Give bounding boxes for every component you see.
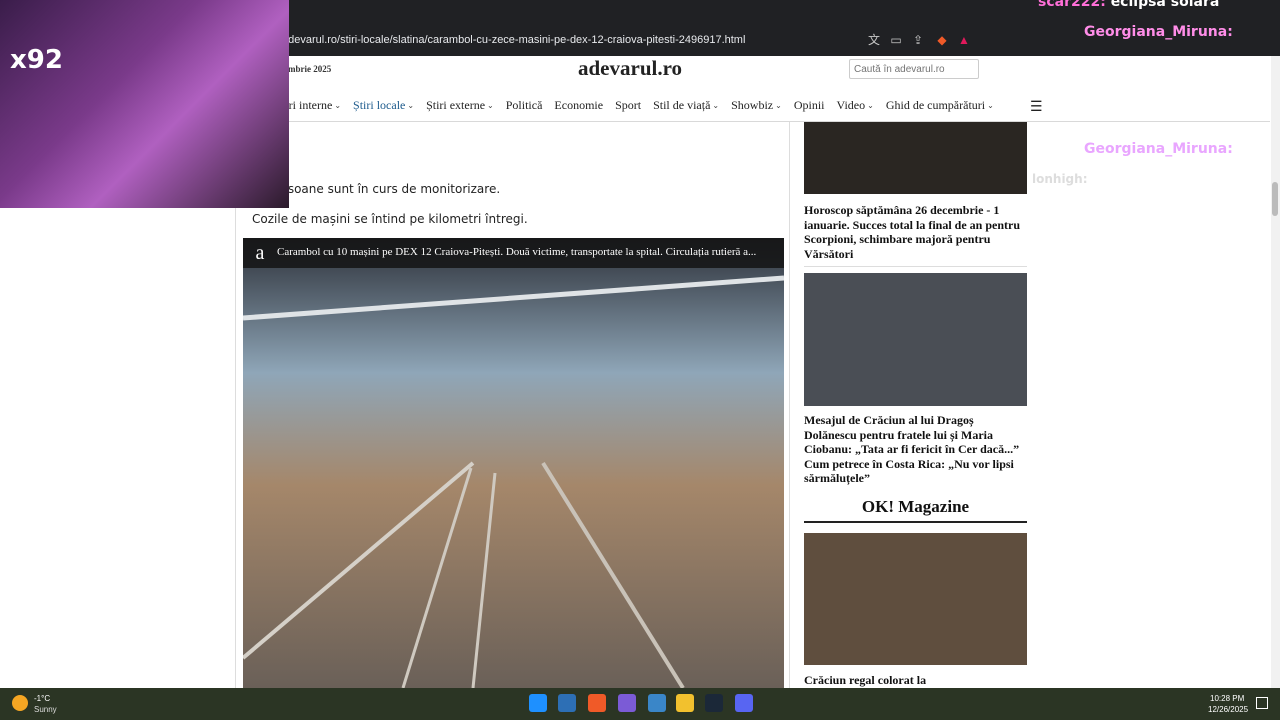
- nav-label: Video: [836, 97, 866, 112]
- nav-label: Știri externe: [426, 97, 486, 112]
- nav-ghid[interactable]: Ghid de cumpărături ⌄: [886, 96, 994, 114]
- brave-shield-icon[interactable]: ◆: [934, 32, 950, 48]
- share-icon[interactable]: ⇪: [910, 32, 926, 48]
- view-icon[interactable]: ▭: [888, 32, 904, 48]
- chat-message: scar222: eclipsa solara: [1038, 0, 1219, 16]
- chat-user: scar222:: [1038, 0, 1106, 10]
- nav-label: Sport: [615, 97, 642, 112]
- divider: [804, 266, 1027, 267]
- section-heading: OK! Magazine: [804, 497, 1027, 523]
- nav-sport[interactable]: Sport: [615, 96, 641, 114]
- site-logo[interactable]: adevarul.ro: [578, 56, 682, 81]
- nav-stiri-locale[interactable]: Știri locale ⌄: [353, 96, 414, 114]
- sidebar-story-title[interactable]: Crăciun regal colorat la: [804, 673, 1029, 688]
- taskbar: [0, 688, 1280, 720]
- chat-message: Georgiana_Miruna:: [1084, 24, 1233, 46]
- clock-time[interactable]: 10:28 PM: [1210, 694, 1244, 703]
- nav-label: Știri locale: [353, 97, 406, 112]
- nav-stil-de-viata[interactable]: Stil de viață ⌄: [653, 96, 719, 114]
- nav-economie[interactable]: Economie: [554, 96, 603, 114]
- discord-icon[interactable]: [735, 694, 753, 712]
- sidebar-story-title[interactable]: Mesajul de Crăciun al lui Dragoș Dolănes…: [804, 413, 1029, 486]
- article-paragraph: Cozile de mașini se întind pe kilometri …: [252, 212, 528, 226]
- webcam-overlay: [0, 0, 289, 208]
- story-image[interactable]: [804, 533, 1027, 665]
- chevron-down-icon: ⌄: [407, 100, 415, 110]
- nav-politica[interactable]: Politică: [506, 96, 543, 114]
- divider: [789, 122, 790, 688]
- start-icon[interactable]: [529, 694, 547, 712]
- notification-icon[interactable]: [1256, 697, 1268, 709]
- story-image[interactable]: [804, 273, 1027, 406]
- chat-user: lonhigh:: [1032, 172, 1088, 186]
- app-icon[interactable]: [618, 694, 636, 712]
- main-nav: tiri interne ⌄ Știri locale ⌄ Știri extern…: [282, 96, 994, 114]
- steam-icon[interactable]: [705, 694, 723, 712]
- chat-message: lonhigh:: [1032, 172, 1088, 194]
- nav-showbiz[interactable]: Showbiz ⌄: [731, 96, 782, 114]
- nav-label: Politică: [505, 97, 543, 112]
- nav-stiri-externe[interactable]: Știri externe ⌄: [426, 96, 494, 114]
- weather-condition: Sunny: [34, 705, 57, 714]
- webcam-badge: x92: [10, 45, 63, 75]
- nav-stiri-interne[interactable]: tiri interne ⌄: [282, 96, 341, 114]
- weather-temp: -1°C: [34, 694, 51, 703]
- nav-video[interactable]: Video ⌄: [837, 96, 874, 114]
- nav-opinii[interactable]: Opinii: [794, 96, 825, 114]
- search-input[interactable]: [849, 59, 979, 79]
- nav-label: tiri interne: [282, 97, 333, 112]
- nav-label: Economie: [554, 97, 604, 112]
- chevron-down-icon: ⌄: [867, 100, 874, 110]
- brave-icon[interactable]: [588, 694, 606, 712]
- adevarul-logo-icon: a: [255, 242, 265, 264]
- chevron-down-icon: ⌄: [487, 100, 494, 110]
- article-paragraph: te persoane sunt în curs de monitorizare…: [252, 182, 501, 196]
- nav-label: Ghid de cumpărături: [885, 97, 986, 112]
- weather-icon[interactable]: [12, 695, 28, 711]
- chat-message: Georgiana_Miruna:: [1084, 141, 1233, 163]
- chevron-down-icon: ⌄: [775, 100, 782, 110]
- file-explorer-icon[interactable]: [676, 694, 694, 712]
- nav-label: Stil de viață: [653, 97, 711, 112]
- video-frame: [243, 238, 784, 688]
- header-date: mbrie 2025: [288, 64, 332, 74]
- task-view-icon[interactable]: [558, 694, 576, 712]
- clock-date[interactable]: 12/26/2025: [1208, 705, 1248, 714]
- sidebar-story-title[interactable]: Horoscop săptămâna 26 decembrie - 1 ianu…: [804, 203, 1029, 261]
- app-icon[interactable]: [648, 694, 666, 712]
- chevron-down-icon: ⌄: [712, 100, 720, 110]
- nav-label: Opinii: [793, 97, 825, 112]
- video-player[interactable]: a Carambol cu 10 mașini pe DEX 12 Craiov…: [243, 238, 784, 688]
- rewards-icon[interactable]: ▲: [956, 32, 972, 48]
- translate-icon[interactable]: 文: [866, 32, 882, 48]
- chat-user: Georgiana_Miruna:: [1084, 141, 1233, 157]
- video-title: Carambol cu 10 mașini pe DEX 12 Craiova-…: [277, 246, 757, 258]
- nav-label: Showbiz: [731, 97, 774, 112]
- chat-text: eclipsa solara: [1110, 0, 1220, 10]
- chat-overlay: scar222: eclipsa solara Georgiana_Miruna…: [990, 0, 1280, 200]
- chat-user: Georgiana_Miruna:: [1084, 24, 1233, 40]
- chevron-down-icon: ⌄: [334, 100, 342, 110]
